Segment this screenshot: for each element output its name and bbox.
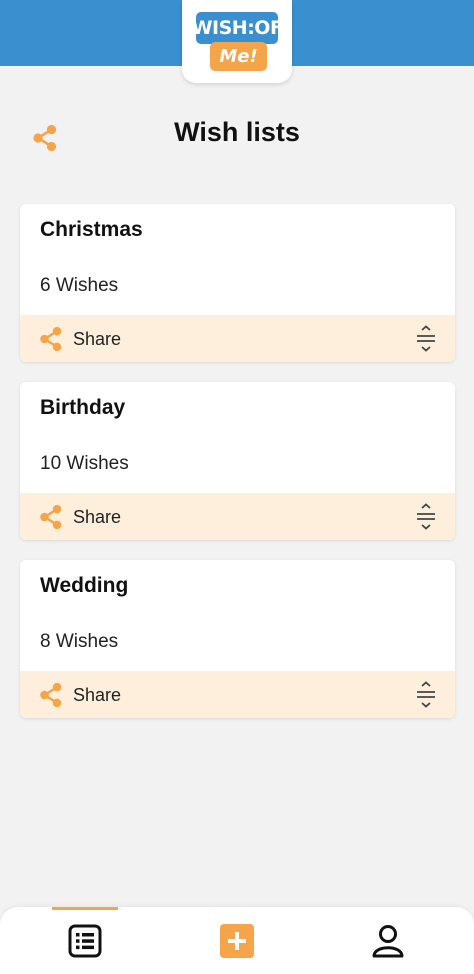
share-label: Share [73, 328, 122, 349]
share-icon [40, 504, 62, 530]
bottom-navigation [0, 907, 474, 974]
wish-list-footer: Share [20, 315, 455, 362]
wish-list-footer: Share [20, 671, 455, 718]
wish-list-title: Birthday [40, 396, 126, 419]
drag-handle[interactable] [413, 503, 439, 531]
drag-handle[interactable] [413, 681, 439, 709]
list-icon [68, 924, 102, 958]
wish-count: 8 Wishes [40, 631, 119, 652]
share-button[interactable]: Share [38, 503, 121, 531]
page-title: Wish lists [174, 117, 300, 147]
share-icon [40, 326, 62, 352]
share-button[interactable]: Share [38, 325, 121, 353]
profile-icon [372, 925, 404, 958]
wish-list-title: Christmas [40, 218, 143, 241]
nav-profile[interactable] [368, 921, 408, 961]
wish-list-container: Christmas 6 Wishes Share Birthday 10 Wis… [20, 204, 455, 738]
share-button[interactable]: Share [38, 681, 121, 709]
share-label: Share [73, 506, 122, 527]
share-label: Share [73, 684, 122, 705]
reorder-icon [417, 681, 435, 708]
add-icon [220, 924, 254, 958]
wish-list-card[interactable]: Wedding 8 Wishes Share [20, 560, 455, 718]
logo-wordmark-bottom: Me! [210, 42, 267, 71]
wish-count: 10 Wishes [40, 453, 129, 474]
reorder-icon [417, 325, 435, 352]
active-tab-indicator [52, 907, 118, 910]
drag-handle[interactable] [413, 325, 439, 353]
wish-list-card[interactable]: Christmas 6 Wishes Share [20, 204, 455, 362]
logo-wordmark-top: WISH:OF [192, 12, 283, 44]
wish-list-card[interactable]: Birthday 10 Wishes Share [20, 382, 455, 540]
nav-wish-lists[interactable] [65, 921, 105, 961]
wish-list-title: Wedding [40, 574, 129, 597]
wish-count: 6 Wishes [40, 275, 119, 296]
reorder-icon [417, 503, 435, 530]
share-icon [40, 682, 62, 708]
wish-list-footer: Share [20, 493, 455, 540]
nav-add-wish[interactable] [217, 921, 257, 961]
